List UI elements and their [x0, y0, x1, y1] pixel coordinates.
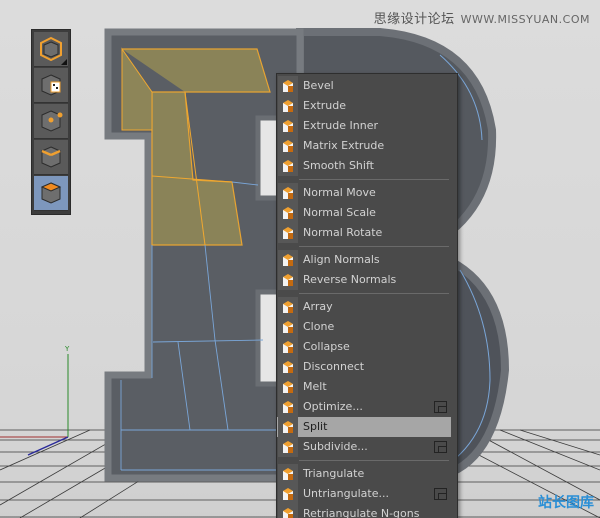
menu-item-matrix-extrude[interactable]: Matrix Extrude: [277, 136, 455, 156]
menu-item-extrude-inner[interactable]: Extrude Inner: [277, 116, 455, 136]
menu-item-label: Bevel: [303, 79, 334, 92]
menu-item-normal-scale[interactable]: Normal Scale: [277, 203, 455, 223]
menu-item-label: Retriangulate N-gons: [303, 507, 420, 518]
menu-item-melt[interactable]: Melt: [277, 377, 455, 397]
menu-item-collapse[interactable]: Collapse: [277, 337, 455, 357]
menu-item-split[interactable]: Split: [277, 417, 455, 437]
align-normals-icon: [283, 254, 293, 266]
menu-item-label: Untriangulate...: [303, 487, 389, 500]
menu-item-disconnect[interactable]: Disconnect: [277, 357, 455, 377]
options-dialog-icon[interactable]: [434, 441, 447, 453]
menu-separator: [299, 179, 449, 180]
normal-rotate-icon: [283, 227, 293, 239]
normal-scale-icon: [283, 207, 293, 219]
menu-item-label: Reverse Normals: [303, 273, 397, 286]
collapse-icon: [283, 341, 293, 353]
menu-item-subdivide[interactable]: Subdivide...: [277, 437, 455, 457]
extrude-icon: [283, 100, 293, 112]
cube-points-icon: [41, 110, 63, 132]
options-dialog-icon[interactable]: [434, 488, 447, 500]
extrude-inner-icon: [283, 120, 293, 132]
matrix-extrude-icon: [283, 140, 293, 152]
menu-item-label: Melt: [303, 380, 327, 393]
triangulate-icon: [283, 468, 293, 480]
menu-item-label: Extrude: [303, 99, 347, 112]
menu-item-label: Extrude Inner: [303, 119, 378, 132]
disconnect-icon: [283, 361, 293, 373]
edges-mode-button[interactable]: [34, 140, 68, 175]
menu-item-label: Normal Move: [303, 186, 376, 199]
menu-item-untriangulate[interactable]: Untriangulate...: [277, 484, 455, 504]
3d-viewport[interactable]: Y 思缘设计论坛 WWW.MISSYUAN.COM 站长图库 Bevel Ext…: [0, 0, 600, 518]
menu-item-normal-rotate[interactable]: Normal Rotate: [277, 223, 455, 243]
menu-item-array[interactable]: Array: [277, 297, 455, 317]
menu-item-label: Optimize...: [303, 400, 363, 413]
menu-separator: [299, 460, 449, 461]
menu-item-label: Split: [303, 420, 328, 433]
bevel-icon: [283, 80, 293, 92]
menu-item-clone[interactable]: Clone: [277, 317, 455, 337]
subdivide-icon: [283, 441, 293, 453]
melt-icon: [283, 381, 293, 393]
menu-item-triangulate[interactable]: Triangulate: [277, 464, 455, 484]
menu-item-label: Collapse: [303, 340, 350, 353]
cube-edges-icon: [41, 146, 61, 168]
options-dialog-icon[interactable]: [434, 401, 447, 413]
checker-cube-icon: [41, 74, 61, 96]
axis-y-label: Y: [64, 345, 70, 353]
menu-item-bevel[interactable]: Bevel: [277, 76, 455, 96]
menu-item-label: Subdivide...: [303, 440, 368, 453]
model-mode-button[interactable]: [34, 32, 68, 67]
menu-item-label: Normal Scale: [303, 206, 376, 219]
menu-item-extrude[interactable]: Extrude: [277, 96, 455, 116]
points-mode-button[interactable]: [34, 104, 68, 139]
array-icon: [283, 301, 293, 313]
menu-item-label: Disconnect: [303, 360, 365, 373]
menu-separator: [299, 246, 449, 247]
menu-item-normal-move[interactable]: Normal Move: [277, 183, 455, 203]
split-icon: [283, 421, 293, 433]
menu-item-optimize[interactable]: Optimize...: [277, 397, 455, 417]
watermark-url: WWW.MISSYUAN.COM: [460, 13, 590, 26]
menu-item-label: Matrix Extrude: [303, 139, 385, 152]
polygons-mode-button[interactable]: [34, 176, 68, 211]
menu-separator: [299, 293, 449, 294]
menu-item-label: Align Normals: [303, 253, 380, 266]
menu-item-label: Array: [303, 300, 333, 313]
texture-mode-button[interactable]: [34, 68, 68, 103]
watermark-cn: 思缘设计论坛: [373, 12, 455, 27]
cube-polygons-icon: [40, 182, 62, 204]
menu-item-label: Normal Rotate: [303, 226, 383, 239]
menu-item-align-normals[interactable]: Align Normals: [277, 250, 455, 270]
corner-badge: 站长图库: [538, 495, 594, 511]
retriangulate-icon: [283, 508, 293, 518]
menu-item-label: Smooth Shift: [303, 159, 374, 172]
optimize-icon: [283, 401, 293, 413]
menu-item-retriangulate-n-gons[interactable]: Retriangulate N-gons: [277, 504, 455, 518]
watermark: 思缘设计论坛 WWW.MISSYUAN.COM: [374, 8, 590, 27]
menu-item-smooth-shift[interactable]: Smooth Shift: [277, 156, 455, 176]
reverse-normals-icon: [283, 274, 293, 286]
menu-item-label: Triangulate: [303, 467, 365, 480]
normal-move-icon: [283, 187, 293, 199]
menu-item-label: Clone: [303, 320, 335, 333]
menu-item-reverse-normals[interactable]: Reverse Normals: [277, 270, 455, 290]
clone-icon: [283, 321, 293, 333]
submenu-indicator-icon: [61, 59, 67, 65]
untriangulate-icon: [283, 488, 293, 500]
context-menu: Bevel Extrude Extrude Inner Matrix Extrude S…: [276, 73, 458, 518]
smooth-shift-icon: [283, 160, 293, 172]
mode-palette: [31, 29, 71, 215]
